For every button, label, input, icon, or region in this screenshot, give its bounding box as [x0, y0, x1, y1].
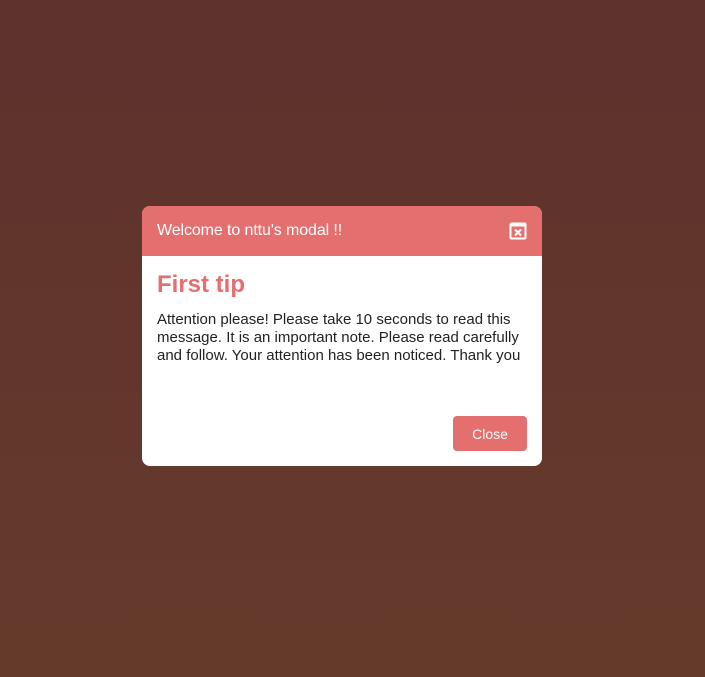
modal-title: Welcome to nttu's modal !! [157, 222, 343, 239]
modal-footer: Close [453, 416, 527, 451]
modal-heading: First tip [157, 271, 245, 298]
close-button[interactable]: Close [453, 416, 527, 451]
page-background: { "modal": { "title": "Welcome to nttu's… [0, 0, 705, 677]
close-window-icon[interactable] [509, 222, 527, 240]
modal-dialog: Welcome to nttu's modal !! First tip Att… [142, 206, 542, 466]
modal-header: Welcome to nttu's modal !! [142, 206, 542, 256]
modal-message: Attention please! Please take 10 seconds… [157, 311, 521, 364]
modal-body: First tip Attention please! Please take … [142, 256, 542, 365]
